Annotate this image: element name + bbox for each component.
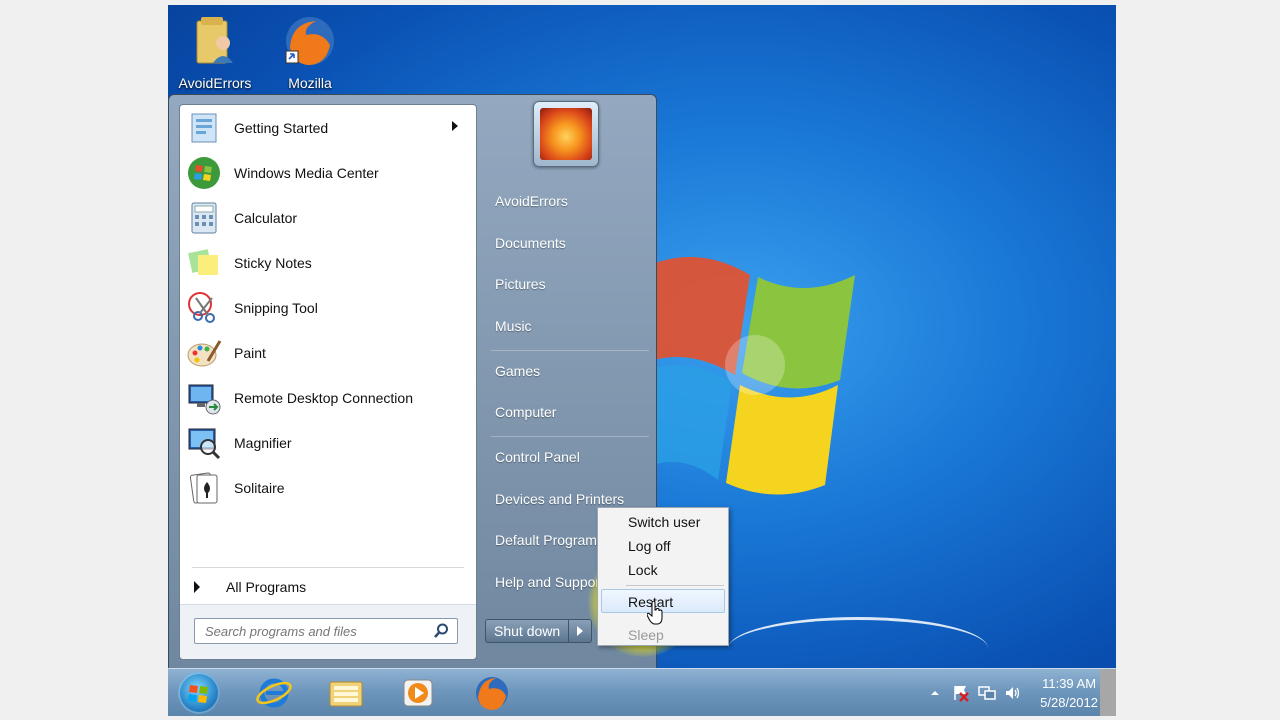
internet-explorer-icon[interactable]	[254, 674, 294, 712]
desktop-icon-avoiderrors[interactable]: AvoidErrors	[170, 13, 260, 91]
start-menu: Getting Started Windows Media Center Cal…	[168, 94, 657, 670]
windows-flag-icon	[188, 685, 208, 703]
link-pictures[interactable]: Pictures	[495, 276, 546, 292]
desktop-screen: AvoidErrors Mozilla Firefox Getting S	[168, 5, 1116, 716]
desktop-icon-firefox[interactable]: Mozilla Firefox	[265, 13, 355, 107]
link-music[interactable]: Music	[495, 318, 532, 334]
search-box[interactable]	[194, 618, 458, 644]
menu-item-log-off[interactable]: Log off	[628, 538, 671, 554]
program-solitaire[interactable]: Solitaire	[184, 467, 472, 509]
shutdown-group: Shut down	[485, 619, 593, 643]
program-paint[interactable]: Paint	[184, 332, 472, 374]
calculator-icon	[191, 202, 217, 234]
program-getting-started[interactable]: Getting Started	[184, 107, 472, 149]
user-folder-icon	[187, 13, 243, 69]
all-programs-label: All Programs	[226, 579, 307, 595]
clock-date: 5/28/2012	[1040, 695, 1098, 710]
shutdown-button[interactable]: Shut down	[485, 619, 570, 643]
solitaire-icon	[189, 472, 218, 504]
clock-time: 11:39 AM	[1042, 676, 1097, 691]
program-label: Solitaire	[234, 480, 285, 496]
taskbar: 11:39 AM 5/28/2012	[168, 668, 1116, 716]
expand-arrow-icon	[194, 581, 200, 593]
link-documents[interactable]: Documents	[495, 235, 566, 251]
program-label: Remote Desktop Connection	[234, 390, 413, 406]
paint-icon	[187, 340, 222, 367]
program-windows-media-center[interactable]: Windows Media Center	[184, 152, 472, 194]
show-hidden-icons-icon[interactable]	[926, 684, 944, 702]
menu-item-sleep: Sleep	[628, 627, 664, 643]
program-calculator[interactable]: Calculator	[184, 197, 472, 239]
firefox-icon[interactable]	[472, 674, 512, 712]
media-center-icon	[188, 157, 220, 189]
user-avatar[interactable]	[533, 101, 599, 167]
show-desktop-button[interactable]	[1100, 669, 1116, 716]
sticky-notes-icon	[188, 249, 218, 275]
link-help-support[interactable]: Help and Support	[495, 574, 604, 590]
media-player-icon[interactable]	[398, 674, 438, 712]
link-devices-printers[interactable]: Devices and Printers	[495, 491, 624, 507]
link-default-programs[interactable]: Default Programs	[495, 532, 604, 548]
remote-desktop-icon	[188, 384, 221, 415]
user-picture-flower	[540, 108, 592, 160]
program-snipping-tool[interactable]: Snipping Tool	[184, 287, 472, 329]
desktop-icon-label: AvoidErrors	[178, 75, 252, 91]
program-label: Windows Media Center	[234, 165, 379, 181]
program-label: Sticky Notes	[234, 255, 312, 271]
shutdown-options-menu: Switch user Log off Lock Restart Sleep	[597, 507, 729, 646]
program-label: Snipping Tool	[234, 300, 318, 316]
action-center-icon[interactable]	[952, 684, 970, 702]
windows-logo-wallpaper	[640, 257, 855, 495]
program-remote-desktop[interactable]: Remote Desktop Connection	[184, 377, 472, 419]
getting-started-icon	[191, 113, 217, 143]
submenu-arrow-icon[interactable]	[452, 121, 458, 131]
search-input[interactable]	[203, 622, 433, 640]
volume-icon[interactable]	[1004, 684, 1022, 702]
program-label: Getting Started	[234, 120, 329, 136]
link-computer[interactable]: Computer	[495, 404, 556, 420]
menu-item-switch-user[interactable]: Switch user	[628, 514, 700, 530]
start-menu-programs-pane: Getting Started Windows Media Center Cal…	[179, 104, 477, 660]
taskbar-clock[interactable]: 11:39 AM 5/28/2012	[1040, 674, 1098, 712]
network-icon[interactable]	[978, 684, 996, 702]
start-button[interactable]	[178, 672, 220, 714]
all-programs-button[interactable]: All Programs	[190, 575, 306, 599]
shutdown-options-arrow-icon[interactable]	[569, 619, 593, 643]
magnifier-icon	[188, 428, 221, 460]
link-user-folder[interactable]: AvoidErrors	[495, 193, 568, 209]
program-label: Paint	[234, 345, 266, 361]
search-area	[180, 604, 476, 659]
places-separator	[491, 436, 649, 437]
hand-cursor-icon	[647, 601, 663, 625]
program-magnifier[interactable]: Magnifier	[184, 422, 472, 464]
link-control-panel[interactable]: Control Panel	[495, 449, 580, 465]
explorer-folder-icon[interactable]	[326, 674, 366, 712]
program-label: Magnifier	[234, 435, 292, 451]
firefox-icon	[282, 13, 338, 69]
menu-separator	[626, 585, 724, 586]
link-games[interactable]: Games	[495, 363, 540, 379]
places-separator	[491, 350, 649, 351]
snipping-tool-icon	[188, 292, 215, 323]
search-icon[interactable]	[433, 623, 449, 639]
system-tray: 11:39 AM 5/28/2012	[922, 669, 1098, 716]
program-label: Calculator	[234, 210, 298, 226]
programs-separator	[192, 567, 464, 568]
menu-item-lock[interactable]: Lock	[628, 562, 658, 578]
program-sticky-notes[interactable]: Sticky Notes	[184, 242, 472, 284]
